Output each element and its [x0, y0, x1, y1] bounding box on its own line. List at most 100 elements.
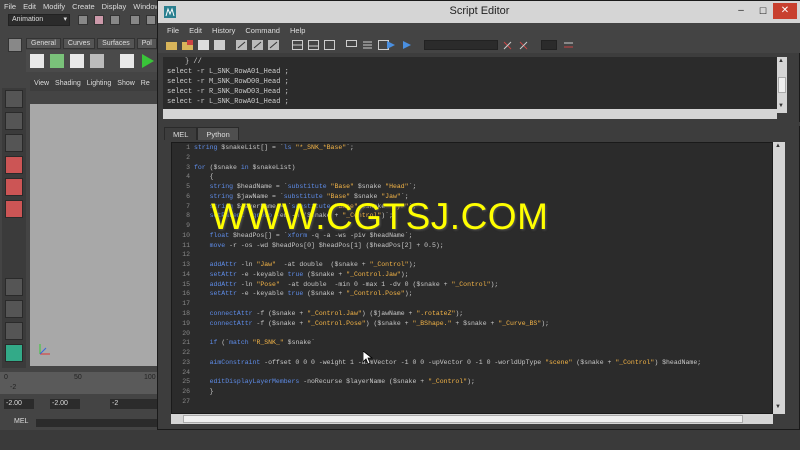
panel-menu-renderer[interactable]: Re: [141, 80, 150, 91]
pane-splitter[interactable]: [158, 122, 800, 126]
menu-modify[interactable]: Modify: [43, 2, 65, 11]
line-number: 5: [186, 183, 190, 191]
show-input-icon[interactable]: [362, 40, 373, 50]
lasso-icon[interactable]: [5, 112, 23, 130]
lasso-tool-icon[interactable]: [146, 15, 156, 25]
layout-single-icon[interactable]: [5, 278, 23, 296]
shelf-tabs: General Curves Surfaces Pol: [26, 38, 160, 49]
source-script-icon[interactable]: [182, 40, 193, 50]
code-text[interactable]: string $snakeList[] = `ls "*_SNK_*Base"`…: [194, 143, 772, 413]
shelf-tab-polygons[interactable]: Pol: [136, 38, 157, 49]
range-start-field[interactable]: -2.00: [4, 399, 34, 409]
execute-selected-icon[interactable]: [402, 40, 413, 50]
clear-history-icon[interactable]: [292, 40, 303, 50]
open-script-icon[interactable]: [166, 40, 177, 50]
save-scene-icon[interactable]: [110, 15, 120, 25]
clear-input-icon[interactable]: [308, 40, 319, 50]
time-tick: 0: [4, 374, 8, 381]
code-line: string $headName = `substitute "Base" $s…: [209, 183, 417, 191]
window-title: Script Editor: [449, 5, 510, 17]
line-number: 24: [182, 368, 190, 376]
shelf-tab-surfaces[interactable]: Surfaces: [97, 38, 135, 49]
editor-horizontal-scrollbar[interactable]: [171, 414, 773, 424]
show-stack-trace-icon[interactable]: [268, 40, 279, 50]
code-line: addAttr -ln "Jaw" -at double ($snake + "…: [209, 261, 417, 269]
scroll-up-icon[interactable]: ▲: [775, 143, 781, 149]
select-tool-icon[interactable]: [130, 15, 140, 25]
layout-persp-icon[interactable]: [5, 344, 23, 362]
help-line: [0, 430, 800, 450]
script-editor-titlebar[interactable]: Script Editor – ☐ ✕: [158, 1, 800, 23]
shelf-tab-curves[interactable]: Curves: [62, 38, 96, 49]
new-scene-icon[interactable]: [78, 15, 88, 25]
history-pane[interactable]: } // select -r L_SNK_RowA01_Head ; selec…: [163, 57, 785, 109]
menu-create[interactable]: Create: [72, 2, 95, 11]
layout-four-icon[interactable]: [5, 300, 23, 318]
minimize-icon[interactable]: –: [733, 6, 749, 18]
show-line-numbers-icon[interactable]: [252, 40, 263, 50]
code-line: }: [194, 388, 214, 396]
range-field[interactable]: -2: [110, 399, 158, 409]
time-slider[interactable]: 0 50 100 -2: [0, 372, 160, 394]
line-number: 17: [182, 300, 190, 308]
code-line: for ($snake in $snakeList): [194, 163, 296, 171]
select-arrow-icon[interactable]: [5, 90, 23, 108]
execute-all-icon[interactable]: [386, 40, 397, 50]
code-editor[interactable]: 1 2 3 4 5 6 7 8 9 10 11 12 13 14 15 16 17 18 19 20 21 22 23 24 2…: [171, 142, 773, 414]
search-input[interactable]: [424, 40, 498, 50]
tab-python[interactable]: Python: [197, 127, 239, 140]
line-number: 3: [186, 163, 190, 171]
se-menu-help[interactable]: Help: [290, 26, 305, 35]
time-tick: 100: [144, 374, 156, 381]
echo-all-icon[interactable]: [236, 40, 247, 50]
viewport[interactable]: [30, 104, 160, 366]
tab-mel[interactable]: MEL: [164, 127, 198, 140]
panel-menu-show[interactable]: Show: [117, 80, 135, 91]
se-menu-file[interactable]: File: [167, 26, 179, 35]
goto-line-input[interactable]: [541, 40, 557, 50]
range-inner-start-field[interactable]: -2.00: [50, 399, 80, 409]
panel-menu-shading[interactable]: Shading: [55, 80, 81, 91]
scroll-down-icon[interactable]: ▼: [778, 103, 784, 109]
shelf-options-icon[interactable]: [8, 38, 22, 52]
menu-set-dropdown[interactable]: Animation: [8, 14, 70, 26]
se-menu-command[interactable]: Command: [245, 26, 280, 35]
line-number: 20: [182, 329, 190, 337]
search-down-icon[interactable]: [502, 40, 513, 50]
clear-all-icon[interactable]: [324, 40, 335, 50]
panel-toolbar: [30, 92, 160, 104]
menu-window[interactable]: Window: [133, 2, 160, 11]
panel-menu-lighting[interactable]: Lighting: [87, 80, 112, 91]
goto-line-icon[interactable]: [563, 40, 574, 50]
line-number: 2: [186, 153, 190, 161]
history-horizontal-scrollbar[interactable]: [163, 109, 777, 119]
history-vertical-scrollbar[interactable]: ▲ ▼: [777, 57, 787, 113]
scale-tool-icon[interactable]: [5, 200, 23, 218]
paint-select-icon[interactable]: [5, 134, 23, 152]
se-menu-history[interactable]: History: [212, 26, 235, 35]
save-to-shelf-icon[interactable]: [214, 40, 225, 50]
shelf-tab-general[interactable]: General: [26, 38, 61, 49]
show-history-icon[interactable]: [346, 40, 357, 50]
editor-scroll-thumb[interactable]: [183, 415, 743, 423]
open-scene-icon[interactable]: [94, 15, 104, 25]
menu-file[interactable]: File: [4, 2, 16, 11]
se-menu-edit[interactable]: Edit: [189, 26, 202, 35]
save-script-icon[interactable]: [198, 40, 209, 50]
scroll-down-icon[interactable]: ▼: [775, 404, 781, 410]
scroll-up-icon[interactable]: ▲: [778, 58, 784, 64]
rotate-tool-icon[interactable]: [5, 178, 23, 196]
menu-edit[interactable]: Edit: [23, 2, 36, 11]
history-scroll-thumb[interactable]: [778, 77, 786, 93]
search-up-icon[interactable]: [518, 40, 529, 50]
maximize-icon[interactable]: ☐: [755, 6, 771, 18]
panel-menu-view[interactable]: View: [34, 80, 49, 91]
command-line-input[interactable]: [36, 419, 160, 427]
layout-outliner-icon[interactable]: [5, 322, 23, 340]
close-icon[interactable]: ✕: [773, 3, 797, 19]
move-tool-icon[interactable]: [5, 156, 23, 174]
menu-display[interactable]: Display: [102, 2, 127, 11]
shelf-tool-icons[interactable]: [26, 50, 160, 72]
editor-vertical-scrollbar[interactable]: ▲ ▼: [773, 142, 785, 414]
